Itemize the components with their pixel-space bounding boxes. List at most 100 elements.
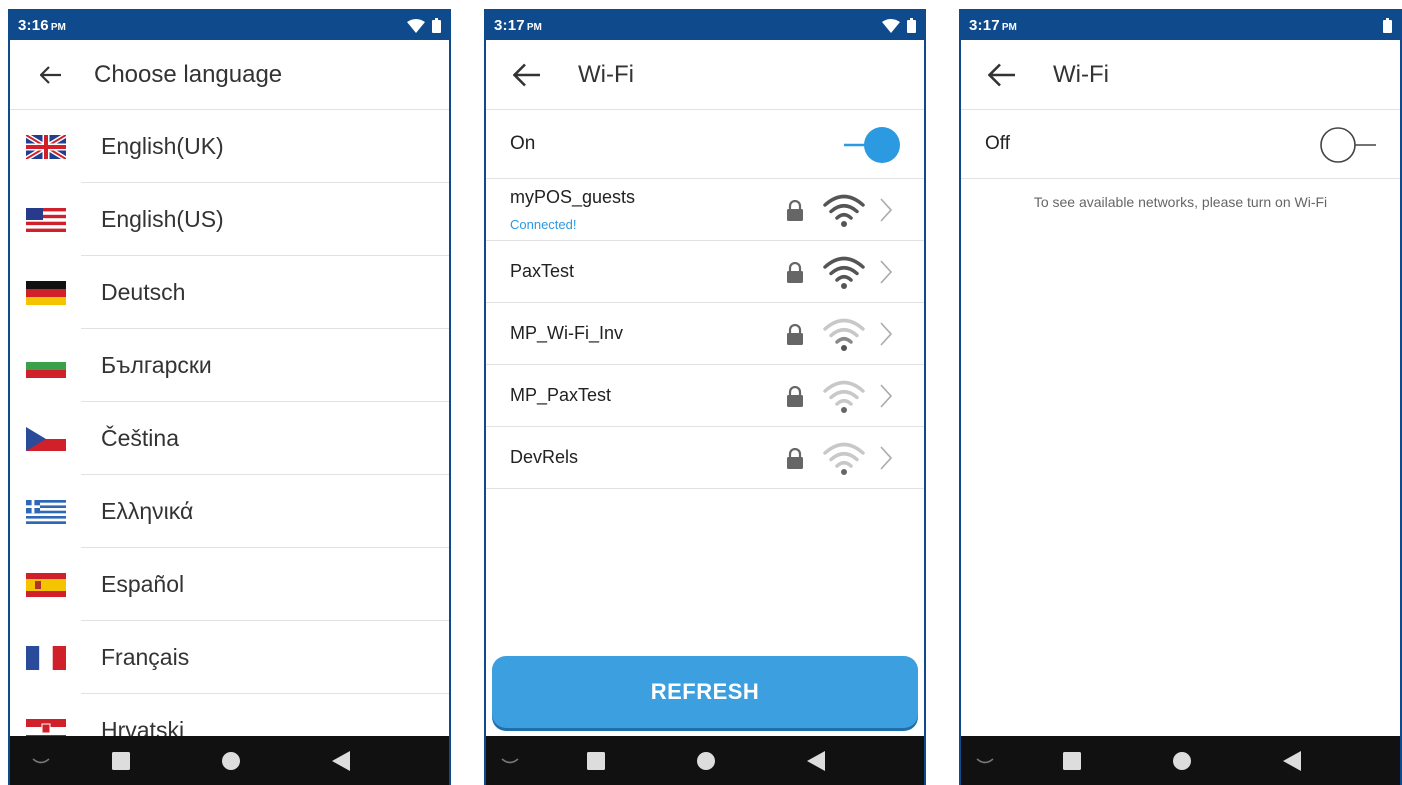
czech-flag-icon: [26, 426, 66, 451]
square-icon: [1063, 751, 1081, 770]
germany-flag-icon: [26, 280, 66, 305]
language-item[interactable]: Ελληνικά: [10, 475, 449, 548]
wifi-toggle-label: Off: [985, 133, 1010, 154]
language-item[interactable]: Deutsch: [10, 256, 449, 329]
navigation-bar: [10, 736, 449, 785]
square-icon: [112, 751, 130, 770]
croatia-flag-icon: [26, 718, 66, 736]
language-screen: 3:16 PM Choose language English(UK) Engl…: [8, 9, 451, 785]
wifi-toggle-switch[interactable]: [1318, 125, 1378, 165]
wifi-signal-strong-icon: [823, 256, 865, 289]
back-nav-button[interactable]: [1277, 746, 1307, 776]
language-item[interactable]: Español: [10, 548, 449, 621]
wifi-signal-weak-icon: [823, 442, 865, 475]
network-item[interactable]: myPOS_guests Connected!: [486, 179, 924, 241]
back-arrow-icon: [988, 63, 1015, 86]
square-icon: [587, 751, 605, 770]
us-flag-icon: [26, 207, 66, 232]
navigation-bar: [961, 736, 1400, 785]
back-nav-button[interactable]: [326, 746, 356, 776]
lock-icon: [787, 386, 803, 407]
hide-keyboard-button[interactable]: [970, 746, 1000, 776]
status-time: 3:16: [18, 17, 49, 34]
triangle-back-icon: [807, 750, 825, 771]
language-item[interactable]: English(US): [10, 183, 449, 256]
home-button[interactable]: [691, 746, 721, 776]
language-label: Български: [101, 352, 212, 378]
network-name: MP_PaxTest: [510, 385, 612, 405]
circle-icon: [1173, 751, 1191, 770]
wifi-toggle-row: On: [486, 110, 924, 179]
language-label: Deutsch: [101, 279, 186, 305]
bulgaria-flag-icon: [26, 353, 66, 378]
language-label: English(US): [101, 206, 224, 232]
network-name: PaxTest: [510, 261, 575, 281]
language-label: Hrvatski: [101, 717, 185, 736]
network-name: MP_Wi-Fi_Inv: [510, 323, 624, 343]
chevron-right-icon: [880, 322, 893, 346]
chevron-down-icon: [976, 757, 994, 763]
page-title: Wi-Fi: [1053, 60, 1109, 88]
network-name: myPOS_guests: [510, 187, 636, 207]
chevron-down-icon: [32, 757, 50, 763]
wifi-toggle-switch[interactable]: [842, 125, 902, 165]
back-button[interactable]: [985, 58, 1019, 92]
circle-icon: [697, 751, 715, 770]
status-time: 3:17: [494, 17, 525, 34]
app-bar: Wi-Fi: [486, 40, 924, 110]
language-list: English(UK) English(US) Deutsch Българск…: [10, 110, 449, 736]
recents-button[interactable]: [1057, 746, 1087, 776]
chevron-right-icon: [880, 446, 893, 470]
uk-flag-icon: [26, 134, 66, 159]
wifi-on-screen: 3:17 PM Wi-Fi On myPOS_guests Connected!: [484, 9, 926, 785]
network-status: Connected!: [510, 217, 577, 232]
status-bar: 3:17 PM: [961, 11, 1400, 40]
lock-icon: [787, 448, 803, 469]
language-item[interactable]: Français: [10, 621, 449, 694]
battery-icon: [432, 18, 441, 33]
language-item[interactable]: Български: [10, 329, 449, 402]
wifi-signal-weak-icon: [823, 318, 865, 351]
chevron-down-icon: [501, 757, 519, 763]
wifi-toggle-row: Off: [961, 110, 1400, 179]
chevron-right-icon: [880, 384, 893, 408]
language-item[interactable]: English(UK): [10, 110, 449, 183]
network-item[interactable]: MP_PaxTest: [486, 365, 924, 427]
home-button[interactable]: [216, 746, 246, 776]
language-label: Ελληνικά: [101, 498, 194, 524]
status-ampm: PM: [526, 21, 542, 33]
home-button[interactable]: [1167, 746, 1197, 776]
network-item[interactable]: MP_Wi-Fi_Inv: [486, 303, 924, 365]
page-title: Choose language: [94, 60, 283, 88]
navigation-bar: [486, 736, 924, 785]
lock-icon: [787, 324, 803, 345]
status-time: 3:17: [969, 17, 1000, 34]
wifi-off-message: To see available networks, please turn o…: [1033, 194, 1328, 210]
app-bar: Choose language: [10, 40, 449, 110]
wifi-signal-weak-icon: [823, 380, 865, 413]
greece-flag-icon: [26, 499, 66, 524]
wifi-signal-strong-icon: [823, 194, 865, 227]
back-nav-button[interactable]: [801, 746, 831, 776]
chevron-right-icon: [880, 198, 893, 222]
status-bar: 3:17 PM: [486, 11, 924, 40]
page-title: Wi-Fi: [578, 60, 634, 88]
network-item[interactable]: DevRels: [486, 427, 924, 489]
wifi-off-screen: 3:17 PM Wi-Fi Off To see available netwo…: [959, 9, 1402, 785]
recents-button[interactable]: [106, 746, 136, 776]
france-flag-icon: [26, 645, 66, 670]
battery-icon: [907, 18, 916, 33]
hide-keyboard-button[interactable]: [26, 746, 56, 776]
circle-icon: [222, 751, 240, 770]
back-button[interactable]: [34, 58, 68, 92]
language-item[interactable]: Čeština: [10, 402, 449, 475]
wifi-status-icon: [407, 18, 425, 33]
back-button[interactable]: [510, 58, 544, 92]
recents-button[interactable]: [581, 746, 611, 776]
language-item[interactable]: Hrvatski: [10, 694, 449, 736]
language-label: Español: [101, 571, 185, 597]
refresh-button[interactable]: REFRESH: [492, 656, 918, 728]
lock-icon: [787, 200, 803, 221]
network-item[interactable]: PaxTest: [486, 241, 924, 303]
hide-keyboard-button[interactable]: [495, 746, 525, 776]
